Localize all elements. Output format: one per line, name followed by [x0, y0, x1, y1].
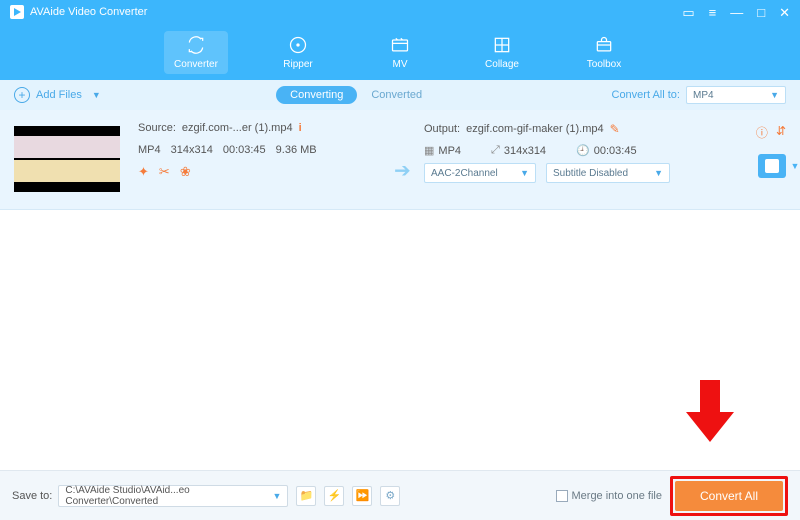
settings-button[interactable]: ⚙	[380, 486, 400, 506]
tab-label: Collage	[485, 59, 519, 70]
chevron-down-icon: ▼	[654, 168, 663, 178]
ripper-icon	[288, 35, 308, 55]
subtitle-value: Subtitle Disabled	[553, 168, 628, 179]
clock-icon: 🕘	[576, 144, 590, 157]
output-format-dropdown[interactable]: ▼	[790, 154, 800, 178]
feedback-icon[interactable]: ▭	[682, 6, 694, 19]
save-path-select[interactable]: C:\AVAide Studio\AVAid...eo Converter\Co…	[58, 485, 288, 507]
effects-icon[interactable]: ✦	[138, 164, 149, 180]
subtitle-select[interactable]: Subtitle Disabled ▼	[546, 163, 670, 183]
source-filename: ezgif.com-...er (1).mp4	[182, 122, 293, 134]
audio-value: AAC-2Channel	[431, 168, 498, 179]
output-duration: 00:03:45	[594, 145, 637, 157]
trim-icon[interactable]: ✂	[159, 164, 170, 180]
output-format-button[interactable]	[758, 154, 786, 178]
open-folder-button[interactable]: 📁	[296, 486, 316, 506]
window-minimize[interactable]: —	[730, 6, 743, 19]
expand-icon: ⤢	[491, 144, 500, 157]
tab-mv[interactable]: MV	[368, 31, 432, 74]
plus-icon: +	[14, 87, 30, 103]
source-duration: 00:03:45	[223, 144, 266, 156]
app-title: AVAide Video Converter	[30, 6, 682, 18]
compress-icon[interactable]: ⇵	[776, 124, 786, 141]
attention-arrow	[682, 378, 738, 449]
subtab-converting[interactable]: Converting	[276, 86, 357, 104]
tab-label: Ripper	[283, 59, 312, 70]
tab-toolbox[interactable]: Toolbox	[572, 31, 636, 74]
menu-icon[interactable]: ≡	[709, 6, 717, 19]
save-path-value: C:\AVAide Studio\AVAid...eo Converter\Co…	[65, 485, 272, 507]
output-dimensions: 314x314	[504, 145, 546, 157]
info-icon[interactable]: i	[299, 122, 302, 134]
convert-all-highlight: Convert All	[670, 476, 788, 516]
file-card: Source: ezgif.com-...er (1).mp4 i MP4 31…	[0, 110, 800, 210]
tab-ripper[interactable]: Ripper	[266, 31, 330, 74]
collage-icon	[492, 35, 512, 55]
add-files-label: Add Files	[36, 89, 82, 101]
output-filename: ezgif.com-gif-maker (1).mp4	[466, 123, 604, 135]
add-files-button[interactable]: + Add Files ▼	[14, 87, 101, 103]
app-logo	[10, 5, 24, 19]
enhance-icon[interactable]: ❀	[180, 164, 191, 180]
tab-label: MV	[393, 59, 408, 70]
high-speed-button[interactable]: ⏩	[352, 486, 372, 506]
chevron-down-icon: ▼	[92, 90, 101, 100]
gpu-accel-button[interactable]: ⚡	[324, 486, 344, 506]
tab-label: Converter	[174, 59, 218, 70]
audio-select[interactable]: AAC-2Channel ▼	[424, 163, 536, 183]
merge-label: Merge into one file	[572, 490, 663, 502]
window-close[interactable]: ✕	[779, 6, 790, 19]
video-thumbnail[interactable]	[14, 126, 120, 192]
tab-collage[interactable]: Collage	[470, 31, 534, 74]
convert-all-to-label: Convert All to:	[612, 89, 680, 101]
output-label: Output:	[424, 123, 460, 135]
source-format: MP4	[138, 144, 161, 156]
convert-all-to-select[interactable]: MP4 ▼	[686, 86, 786, 104]
convert-all-button[interactable]: Convert All	[675, 481, 783, 511]
arrow-right-icon: ➔	[394, 158, 411, 183]
source-dimensions: 314x314	[171, 144, 213, 156]
edit-icon[interactable]: ✎	[610, 122, 620, 136]
mv-icon	[390, 35, 410, 55]
save-to-label: Save to:	[12, 490, 52, 502]
converter-icon	[186, 35, 206, 55]
video-icon: ▦	[424, 144, 434, 157]
output-format: MP4	[438, 145, 461, 157]
chevron-down-icon: ▼	[770, 90, 779, 100]
tab-label: Toolbox	[587, 59, 621, 70]
info-icon[interactable]: ⓘ	[756, 124, 768, 141]
chevron-down-icon: ▼	[520, 168, 529, 178]
tab-converter[interactable]: Converter	[164, 31, 228, 74]
chevron-down-icon: ▼	[272, 491, 281, 501]
convert-all-to-value: MP4	[693, 90, 714, 101]
merge-checkbox[interactable]	[556, 490, 568, 502]
subtab-converted[interactable]: Converted	[357, 86, 436, 104]
source-label: Source:	[138, 122, 176, 134]
toolbox-icon	[594, 35, 614, 55]
window-maximize[interactable]: □	[757, 6, 765, 19]
source-size: 9.36 MB	[276, 144, 317, 156]
